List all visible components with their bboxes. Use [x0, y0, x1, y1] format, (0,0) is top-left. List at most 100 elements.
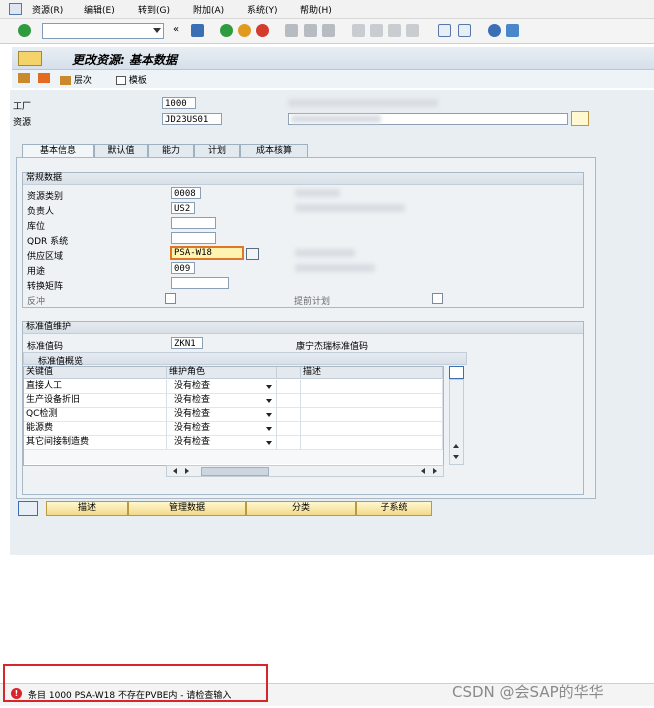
template-label: 模板	[128, 76, 147, 86]
scroll-up-icon[interactable]	[453, 444, 459, 448]
row-role-select[interactable]: 没有检查	[167, 394, 277, 408]
person-responsible-field[interactable]: US2	[171, 202, 195, 214]
vertical-scrollbar[interactable]	[449, 379, 464, 465]
back-nav-icon[interactable]	[220, 24, 233, 37]
application-toolbar: 层次 模板	[12, 70, 654, 88]
tab-capacity[interactable]: 能力	[148, 144, 194, 158]
find-next-icon[interactable]	[322, 24, 335, 37]
row-blank	[277, 380, 301, 394]
row-role-select[interactable]: 没有检查	[167, 408, 277, 422]
horizontal-scrollbar[interactable]	[166, 465, 444, 477]
delete-icon[interactable]	[18, 501, 38, 516]
scroll-thumb[interactable]	[201, 467, 269, 476]
resource-category-label: 资源类别	[27, 192, 64, 202]
column-header-desc[interactable]: 描述	[301, 367, 443, 379]
find-icon[interactable]	[304, 24, 317, 37]
first-page-icon[interactable]	[352, 24, 365, 37]
tab-scheduling[interactable]: 计划	[194, 144, 240, 158]
person-responsible-desc	[295, 204, 405, 212]
scroll-down-icon[interactable]	[453, 455, 459, 459]
qdr-system-field[interactable]	[171, 232, 216, 244]
usage-field[interactable]: 009	[171, 262, 195, 274]
menu-resource[interactable]: 资源(R)	[32, 3, 63, 16]
change-icon[interactable]	[38, 73, 50, 83]
chevron-down-icon[interactable]	[266, 427, 272, 431]
row-desc	[301, 422, 443, 436]
command-field[interactable]	[42, 23, 164, 39]
resource-description-field[interactable]	[288, 113, 568, 125]
screen-menu-icon[interactable]	[18, 51, 42, 66]
supply-area-search-icon[interactable]	[246, 248, 259, 260]
row-desc	[301, 408, 443, 422]
chevron-down-icon[interactable]	[266, 385, 272, 389]
classify-button[interactable]: 分类	[246, 501, 356, 516]
standard-value-table: 关键值 维护角色 描述 直接人工 没有检查 生产设备折旧 没有检查 QC检测 没…	[23, 366, 444, 466]
advance-plan-checkbox[interactable]	[432, 293, 443, 304]
row-key: 能源费	[24, 422, 167, 436]
row-desc	[301, 380, 443, 394]
scroll-left-end-icon[interactable]	[421, 468, 425, 474]
resource-category-field[interactable]: 0008	[171, 187, 201, 199]
template-button[interactable]: 模板	[116, 73, 147, 86]
menu-system[interactable]: 系统(Y)	[247, 3, 278, 16]
edit-text-icon[interactable]	[571, 111, 589, 126]
chevron-down-icon[interactable]	[266, 399, 272, 403]
new-session-icon[interactable]	[438, 24, 451, 37]
menu-goto[interactable]: 转到(G)	[138, 3, 170, 16]
last-page-icon[interactable]	[406, 24, 419, 37]
prev-page-icon[interactable]	[370, 24, 383, 37]
column-header-key[interactable]: 关键值	[24, 367, 167, 379]
scroll-left-icon[interactable]	[173, 468, 177, 474]
resource-field[interactable]: JD23US01	[162, 113, 222, 125]
scroll-right-icon[interactable]	[185, 468, 189, 474]
column-header-role[interactable]: 维护角色	[167, 367, 277, 379]
command-dropdown-icon[interactable]	[153, 28, 161, 33]
org-structure-icon[interactable]	[18, 73, 30, 83]
row-role-select[interactable]: 没有检查	[167, 380, 277, 394]
tab-basic-info[interactable]: 基本信息	[22, 144, 94, 158]
usage-label: 用途	[27, 267, 46, 277]
subsystem-button[interactable]: 子系统	[356, 501, 432, 516]
conversion-matrix-field[interactable]	[171, 277, 229, 289]
describe-button[interactable]: 描述	[46, 501, 128, 516]
tab-defaults[interactable]: 默认值	[94, 144, 148, 158]
qdr-system-label: QDR 系统	[27, 237, 69, 247]
command-expand-icon[interactable]: «	[173, 24, 179, 35]
standard-value-title: 标准值维护	[23, 322, 583, 334]
chevron-down-icon[interactable]	[266, 413, 272, 417]
scroll-right-end-icon[interactable]	[433, 468, 437, 474]
layout-icon[interactable]	[506, 24, 519, 37]
general-data-title: 常规数据	[23, 173, 583, 185]
next-page-icon[interactable]	[388, 24, 401, 37]
print-icon[interactable]	[285, 24, 298, 37]
menu-app-icon[interactable]	[9, 3, 22, 15]
help-icon[interactable]	[488, 24, 501, 37]
menu-extras[interactable]: 附加(A)	[193, 3, 224, 16]
menu-edit[interactable]: 编辑(E)	[84, 3, 115, 16]
save-icon[interactable]	[191, 24, 204, 37]
resource-label: 资源	[13, 118, 32, 128]
enter-icon[interactable]	[18, 24, 31, 37]
screen-title-bar: 更改资源: 基本数据	[12, 47, 654, 70]
menu-help[interactable]: 帮助(H)	[300, 3, 332, 16]
cancel-icon[interactable]	[256, 24, 269, 37]
hierarchy-button[interactable]: 层次	[60, 73, 92, 86]
backflush-checkbox[interactable]	[165, 293, 176, 304]
standard-value-key-field[interactable]: ZKN1	[171, 337, 203, 349]
row-key: 生产设备折旧	[24, 394, 167, 408]
tab-costing[interactable]: 成本核算	[240, 144, 308, 158]
storage-location-label: 库位	[27, 222, 46, 232]
usage-desc	[295, 264, 375, 272]
supply-area-field[interactable]: PSA-W18	[170, 246, 244, 260]
chevron-down-icon[interactable]	[266, 441, 272, 445]
standard-toolbar: «	[0, 19, 654, 44]
table-settings-icon[interactable]	[449, 366, 464, 379]
manage-data-button[interactable]: 管理数据	[128, 501, 246, 516]
plant-field[interactable]: 1000	[162, 97, 196, 109]
shortcut-icon[interactable]	[458, 24, 471, 37]
row-role-select[interactable]: 没有检查	[167, 422, 277, 436]
row-role-select[interactable]: 没有检查	[167, 436, 277, 450]
exit-icon[interactable]	[238, 24, 251, 37]
storage-location-field[interactable]	[171, 217, 216, 229]
row-blank	[277, 436, 301, 450]
